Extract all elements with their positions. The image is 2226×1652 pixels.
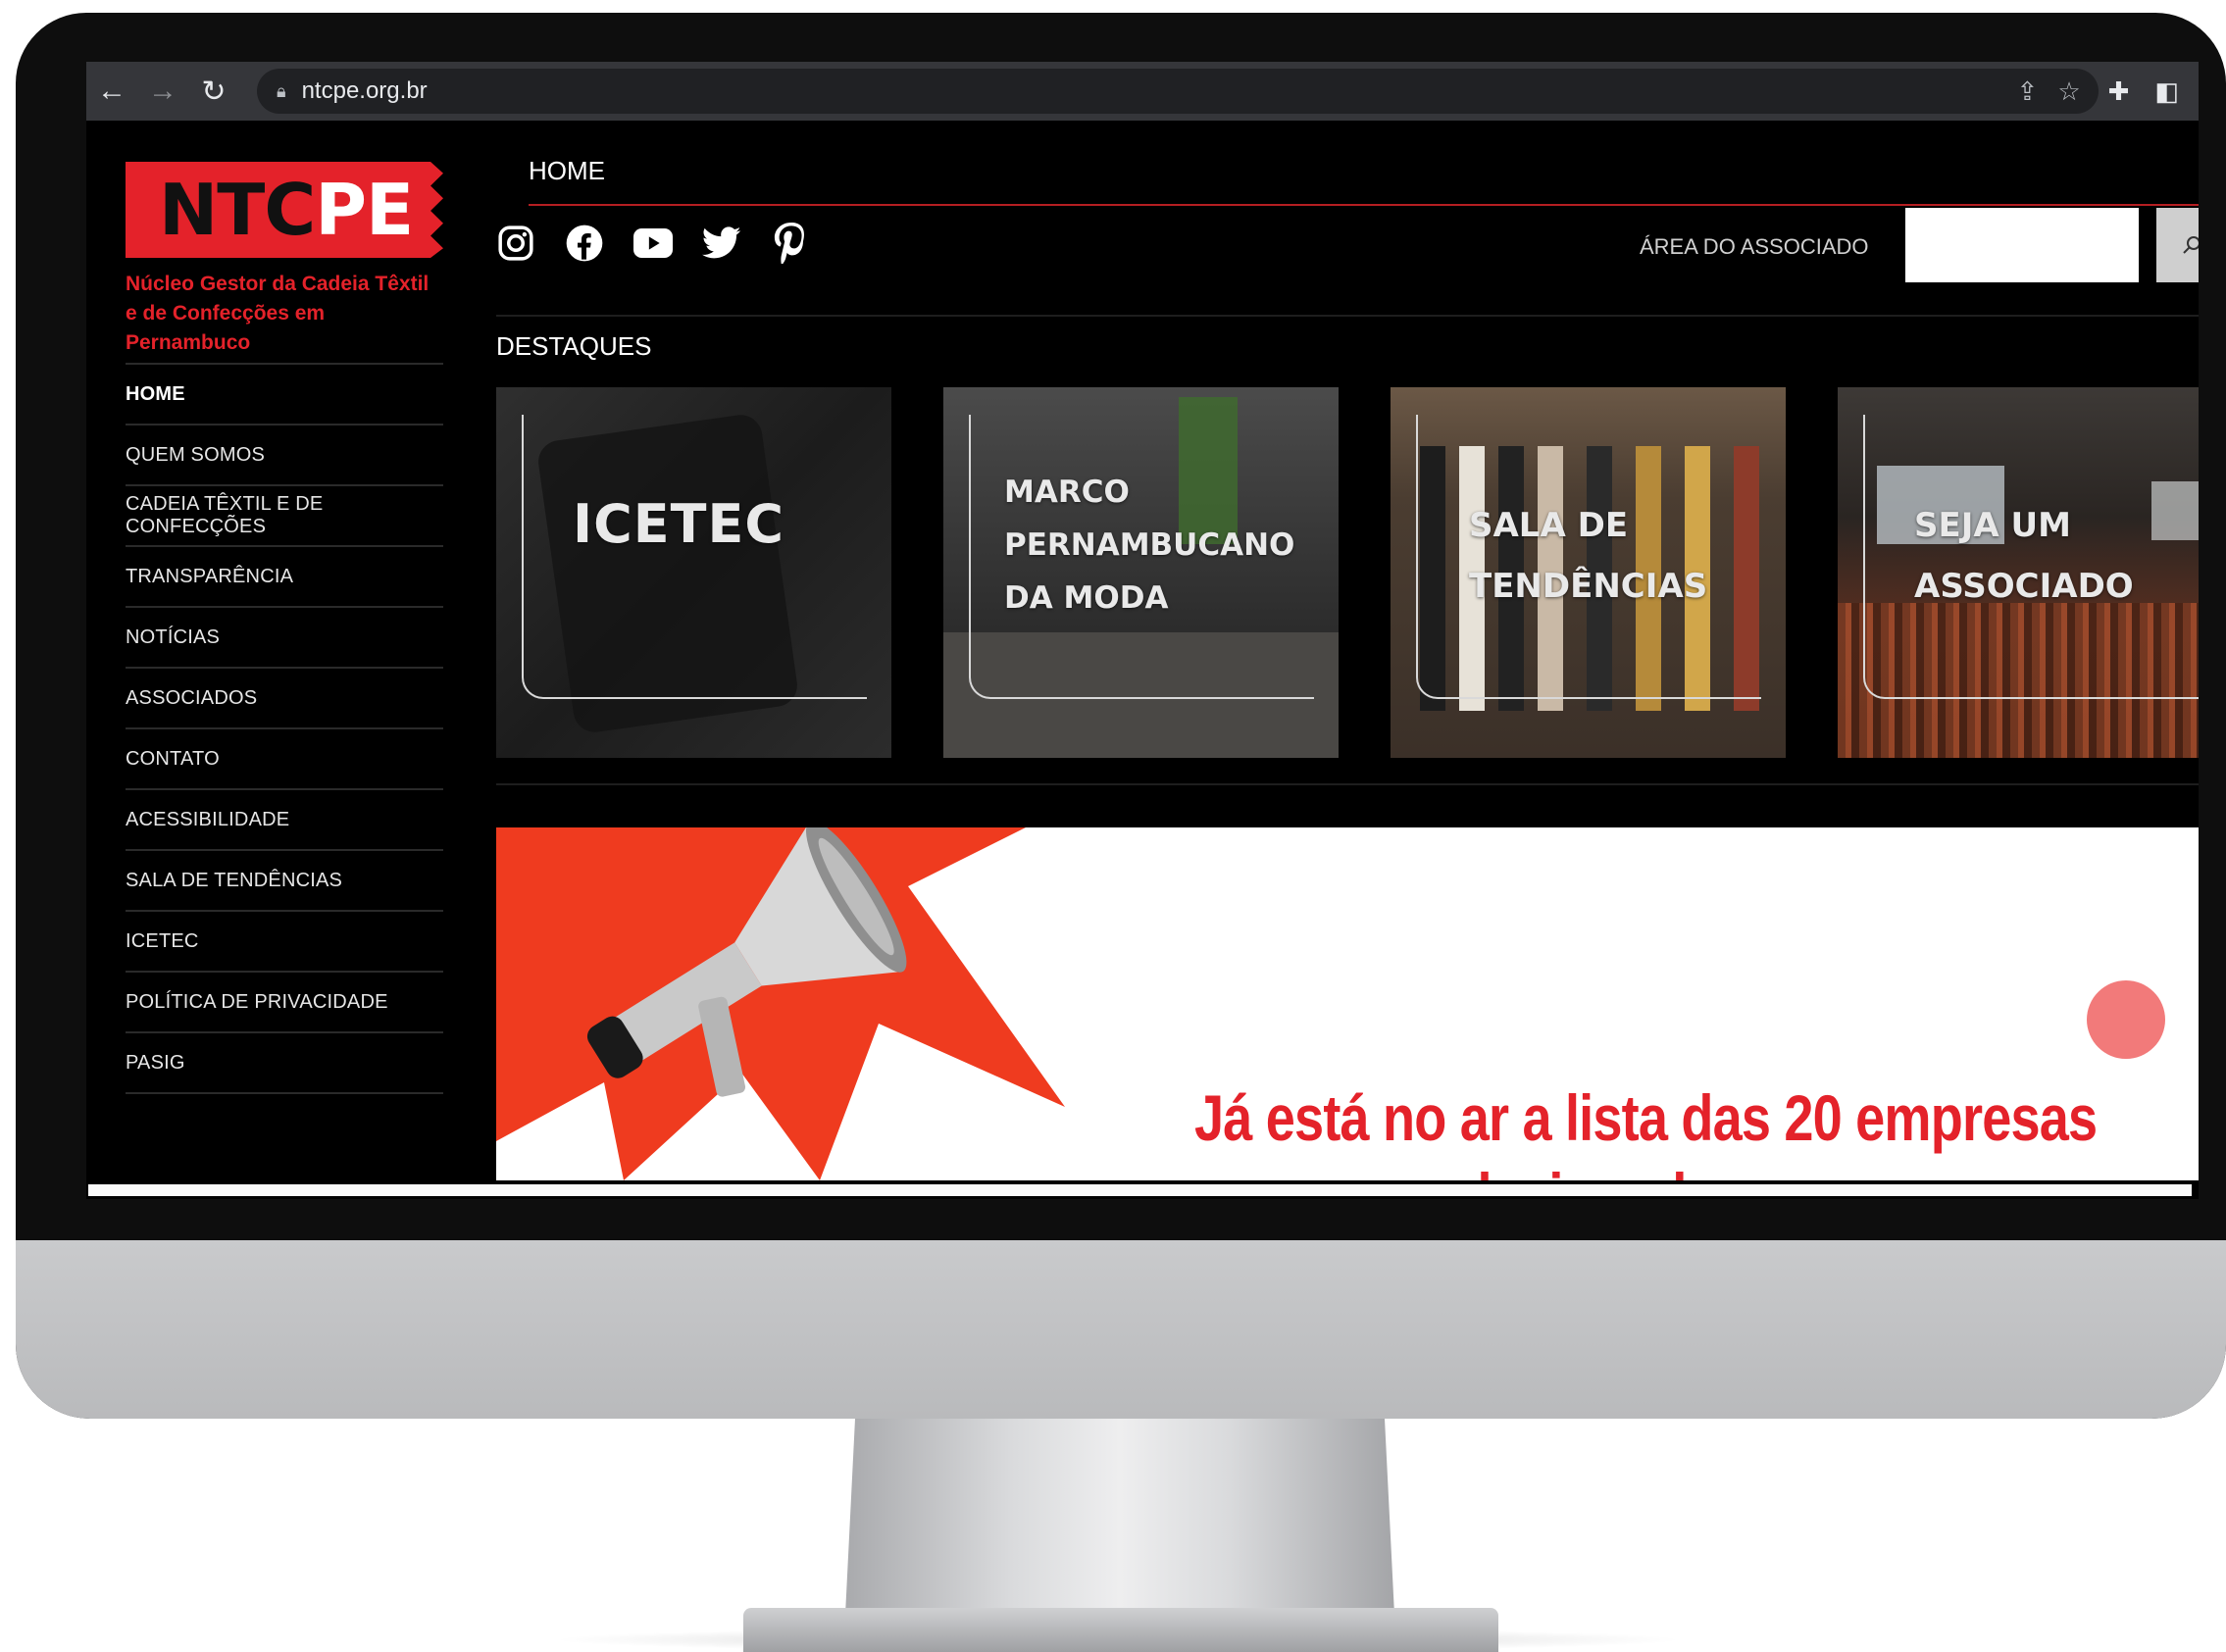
card-title-line: ASSOCIADO [1914,567,2134,606]
card-title-line: SEJA UM [1914,506,2071,545]
side-panel-icon[interactable]: ◧ [2154,76,2179,107]
logo-subtitle: Núcleo Gestor da Cadeia Têxtil e de Conf… [126,270,443,358]
card-seja-associado[interactable]: SEJA UM ASSOCIADO [1838,387,2199,758]
forward-icon[interactable]: → [137,66,188,117]
sidebar-item-contato[interactable]: CONTATO [126,729,443,790]
floating-button[interactable] [2087,980,2165,1059]
card-title: ICETEC [573,493,784,555]
news-banner[interactable]: Já está no ar a lista das 20 empresas se… [496,827,2199,1180]
card-title-line: PERNAMBUCANO [1004,527,1295,563]
sidebar-item-noticias[interactable]: NOTÍCIAS [126,608,443,669]
browser-toolbar: ← → ↻ 🔒︎ ntcpe.org.br ⇪ ☆ ✚ ◧ [86,62,2199,121]
screen: ← → ↻ 🔒︎ ntcpe.org.br ⇪ ☆ ✚ ◧ NTCPE Núcl… [86,62,2199,1199]
top-nav-home[interactable]: HOME [529,156,605,186]
banner-headline: Já está no ar a lista das 20 empresas [1194,1081,2098,1154]
card-title: SALA DE TENDÊNCIAS [1469,495,1707,617]
section-divider [496,783,2199,785]
address-bar[interactable]: 🔒︎ ntcpe.org.br ⇪ ☆ [257,69,2099,114]
header-divider [496,315,2199,317]
card-title: MARCO PERNAMBUCANO DA MODA [1004,466,1294,625]
screen-bottom-strip [88,1184,2192,1196]
megaphone-illustration [496,827,1065,1180]
twitter-icon[interactable] [702,224,741,263]
featured-cards: ICETEC MARCO PERNAMBUCANO DA MODA SALA D… [496,387,2199,758]
sidebar-item-cadeia-textil[interactable]: CADEIA TÊXTIL E DE CONFECÇÕES [126,486,443,547]
card-title-line: SALA DE [1469,506,1629,545]
search-button[interactable] [2156,208,2199,282]
top-nav-underline [529,204,2199,206]
card-sala-tendencias[interactable]: SALA DE TENDÊNCIAS [1391,387,1786,758]
reload-icon[interactable]: ↻ [188,66,239,117]
card-frame [522,415,867,699]
extensions-icon[interactable]: ✚ [2108,76,2130,107]
card-title: SEJA UM ASSOCIADO [1914,495,2134,617]
sidebar-nav: HOME QUEM SOMOS CADEIA TÊXTIL E DE CONFE… [126,363,443,1094]
ntcpe-logo[interactable]: NTCPE Núcleo Gestor da Cadeia Têxtil e d… [126,162,443,358]
pinterest-icon[interactable] [771,223,810,264]
facebook-icon[interactable] [565,224,604,263]
area-associado-link[interactable]: ÁREA DO ASSOCIADO [1640,234,1869,260]
sidebar-item-icetec[interactable]: ICETEC [126,912,443,973]
card-title-line: ICETEC [573,493,784,555]
sidebar-item-associados[interactable]: ASSOCIADOS [126,669,443,729]
website: NTCPE Núcleo Gestor da Cadeia Têxtil e d… [86,121,2199,1199]
logo-mark: NTCPE [126,162,443,258]
share-icon[interactable]: ⇪ [2017,76,2039,107]
section-title: DESTAQUES [496,331,652,361]
lock-icon: 🔒︎ [277,80,286,101]
banner-headline-cont: selecionadas para [1420,1159,1867,1180]
card-title-line: TENDÊNCIAS [1469,567,1708,606]
card-title-line: MARCO [1004,475,1130,510]
card-icetec[interactable]: ICETEC [496,387,891,758]
card-title-line: DA MODA [1004,580,1169,616]
card-marco-pernambucano[interactable]: MARCO PERNAMBUCANO DA MODA [943,387,1339,758]
sidebar-item-politica-privacidade[interactable]: POLÍTICA DE PRIVACIDADE [126,973,443,1033]
search-icon [2183,236,2199,254]
sidebar-item-home[interactable]: HOME [126,365,443,426]
sidebar-item-pasig[interactable]: PASIG [126,1033,443,1094]
logo-subtitle-line1: Núcleo Gestor da Cadeia Têxtil [126,273,430,295]
monitor-chin [16,1240,2226,1419]
sidebar-item-acessibilidade[interactable]: ACESSIBILIDADE [126,790,443,851]
sidebar-item-sala-tendencias[interactable]: SALA DE TENDÊNCIAS [126,851,443,912]
monitor-stand-neck [845,1419,1394,1615]
sidebar-item-transparencia[interactable]: TRANSPARÊNCIA [126,547,443,608]
search-input[interactable] [1905,208,2139,282]
monitor-stand-foot [743,1608,1498,1652]
instagram-icon[interactable] [496,224,535,263]
logo-subtitle-line2: e de Confecções em Pernambuco [126,302,326,354]
star-icon[interactable]: ☆ [2057,76,2080,107]
back-icon[interactable]: ← [86,66,137,117]
logo-wordmark: NTCPE [159,169,414,251]
youtube-icon[interactable] [633,224,673,263]
logo-part2: PE [315,169,414,251]
logo-part1: NTC [159,169,316,251]
social-links [496,223,810,264]
sidebar-item-quem-somos[interactable]: QUEM SOMOS [126,426,443,486]
url-text: ntcpe.org.br [301,77,428,104]
monitor-mockup: ← → ↻ 🔒︎ ntcpe.org.br ⇪ ☆ ✚ ◧ NTCPE Núcl… [16,13,2226,1419]
